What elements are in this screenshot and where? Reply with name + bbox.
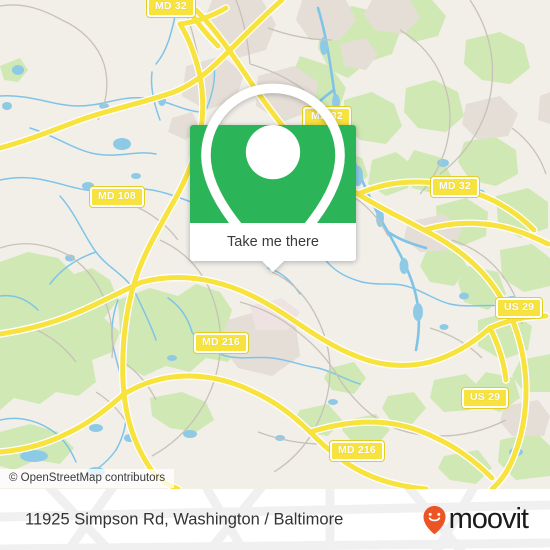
moovit-map-screenshot: MD 32 MD 32 MD 32 MD 108 US 29 MD 216 US… (0, 0, 550, 550)
road-shield-md108: MD 108 (90, 187, 144, 207)
road-shield-md32-north: MD 32 (147, 0, 195, 17)
map-pin-icon (201, 83, 345, 266)
osm-attribution[interactable]: © OpenStreetMap contributors (0, 469, 175, 488)
footer-bar: 11925 Simpson Rd, Washington / Baltimore… (0, 489, 550, 550)
take-me-there-label: Take me there (227, 234, 319, 250)
moovit-wordmark: moovit (448, 503, 529, 535)
moovit-pin-icon (423, 505, 446, 534)
road-shield-us29-south: US 29 (462, 388, 509, 408)
map-canvas[interactable]: MD 32 MD 32 MD 32 MD 108 US 29 MD 216 US… (0, 0, 550, 489)
moovit-logo[interactable]: moovit (422, 503, 529, 535)
road-shield-us29-north: US 29 (496, 298, 543, 318)
popup-header (190, 83, 356, 266)
road-shield-md216-south: MD 216 (330, 441, 384, 461)
location-popup-card[interactable]: Take me there (190, 83, 356, 272)
address-label: 11925 Simpson Rd, Washington / Baltimore (25, 510, 344, 528)
road-shield-md32-east: MD 32 (431, 177, 479, 197)
